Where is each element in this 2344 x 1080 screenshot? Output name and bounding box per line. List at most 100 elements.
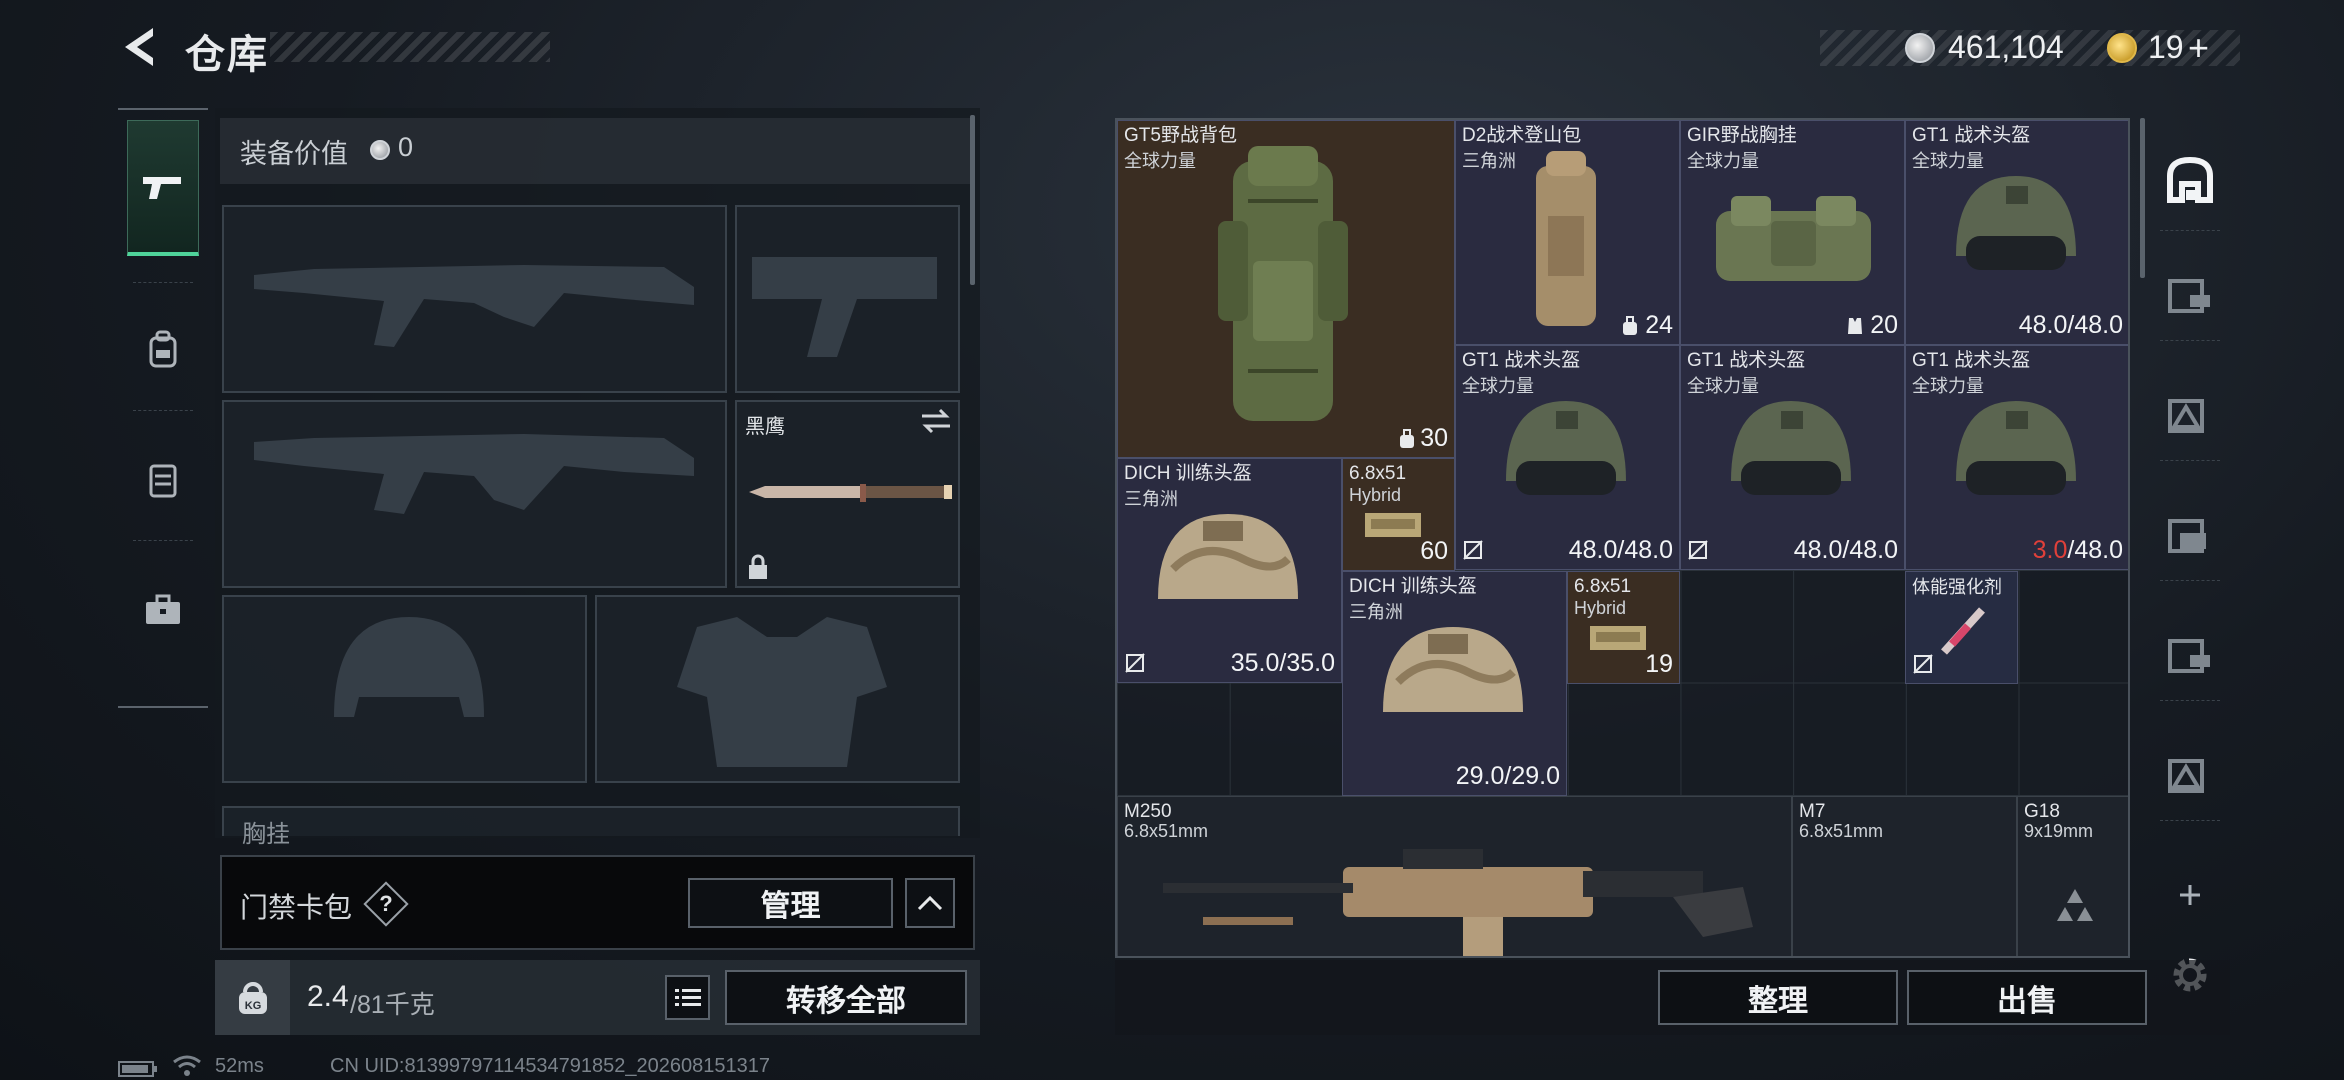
- weight-max: /81千克: [350, 991, 435, 1019]
- silver-amount: 461,104: [1948, 29, 2064, 65]
- pistol-silhouette-icon: [752, 257, 937, 357]
- pistol-icon: [143, 176, 181, 199]
- item-backpack-gt5[interactable]: GT5野战背包 全球力量 30: [1117, 120, 1455, 458]
- melee-name: 黑鹰: [745, 416, 785, 438]
- ammo-box-image: [1590, 626, 1646, 650]
- storage-folder-icon: [2168, 519, 2206, 553]
- gold-amount: 19: [2148, 29, 2184, 65]
- storage-gear-icon: [2168, 759, 2204, 793]
- expand-button[interactable]: [905, 878, 955, 928]
- rail-storage-5[interactable]: [2158, 623, 2222, 687]
- storage-rail: [2150, 108, 2230, 992]
- battery-icon: [118, 1061, 157, 1077]
- chest-rig-slot[interactable]: 胸挂: [222, 806, 960, 848]
- rifle-silhouette-icon: [254, 265, 694, 347]
- equipment-value: 0: [398, 132, 414, 162]
- sort-button[interactable]: 整理: [1658, 970, 1898, 1025]
- helmet-image: [1956, 401, 2076, 495]
- backpack-image: [1218, 146, 1348, 421]
- helmet-image: [1956, 176, 2076, 270]
- silver-coin-icon: [370, 140, 390, 160]
- svg-text:KG: KG: [245, 1000, 262, 1012]
- syringe-image: [1941, 607, 1985, 655]
- chevron-up-icon: [917, 895, 943, 911]
- item-helmet-gt1-damaged[interactable]: GT1 战术头盔 全球力量 3.0/48.0: [1905, 345, 2128, 570]
- durability-max: /48.0: [2067, 536, 2123, 564]
- ping-text: 52ms: [215, 1055, 264, 1077]
- category-sidebar: [118, 108, 208, 708]
- durability-low: 3.0: [2032, 536, 2068, 564]
- equipment-value-label: 装备价值: [240, 139, 348, 169]
- machine-gun-image: [1163, 849, 1753, 956]
- item-backpack-d2[interactable]: D2战术登山包 三角洲 24: [1455, 120, 1680, 345]
- storage-weapon-icon: [2168, 279, 2210, 313]
- plus-icon: [2180, 885, 2200, 905]
- helmet-slot[interactable]: [222, 595, 587, 783]
- title-decoration: [270, 32, 550, 62]
- armor-slot[interactable]: [595, 595, 960, 783]
- primary-weapon-slot-1[interactable]: [222, 205, 727, 393]
- help-icon-mark: ?: [379, 891, 393, 916]
- wifi-icon: [173, 1055, 201, 1076]
- knife-icon: [749, 484, 952, 502]
- chest-rig-image: [1716, 196, 1871, 281]
- tab-items[interactable]: [127, 560, 199, 660]
- no-insure-icon: [1463, 540, 1483, 560]
- no-insure-icon: [1913, 654, 1933, 674]
- weight-current: 2.4: [307, 980, 349, 1013]
- item-helmet-gt1[interactable]: GT1 战术头盔 全球力量 48.0/48.0: [1680, 345, 1905, 570]
- tab-weapons[interactable]: [127, 120, 199, 256]
- helmet-image: [1383, 627, 1523, 712]
- item-weapon-m7[interactable]: M7 6.8x51mm: [1792, 796, 2017, 956]
- item-helmet-dich[interactable]: DICH 训练头盔 三角洲 29.0/29.0: [1342, 571, 1567, 796]
- tab-armor[interactable]: [127, 430, 199, 530]
- sidearm-slot[interactable]: [735, 205, 960, 393]
- uid-text: CN UID:813997971145347918​52_20260815131…: [330, 1055, 771, 1077]
- storage-home-icon: [2167, 156, 2213, 203]
- ammo-box-image: [1365, 513, 1421, 537]
- item-weapon-m250[interactable]: M250 6.8x51mm: [1117, 796, 1792, 956]
- no-insure-icon: [1125, 653, 1145, 673]
- item-ammo-6.8x51[interactable]: 6.8x51 Hybrid 19: [1567, 571, 1680, 684]
- item-stimulant[interactable]: 体能强化剂: [1905, 571, 2018, 684]
- page-title: 仓库: [185, 33, 269, 77]
- silver-coin-icon: [1905, 33, 1935, 63]
- capacity-icon: [1400, 429, 1414, 448]
- item-helmet-gt1[interactable]: GT1 战术头盔 全球力量 48.0/48.0: [1905, 120, 2128, 345]
- swap-icon[interactable]: [920, 408, 952, 434]
- helmet-image: [1158, 514, 1298, 599]
- item-helmet-dich[interactable]: DICH 训练头盔 三角洲 35.0/35.0: [1117, 458, 1342, 683]
- helmet-silhouette-icon: [334, 617, 484, 717]
- keycard-bag-label: 门禁卡包: [240, 892, 353, 923]
- list-view-button[interactable]: [665, 975, 710, 1020]
- rail-storage-3[interactable]: [2158, 383, 2222, 447]
- melee-slot[interactable]: 黑鹰: [735, 400, 960, 588]
- delta-logo-icon: [2057, 889, 2093, 921]
- rail-storage-2[interactable]: [2158, 263, 2222, 327]
- storage-scrollbar[interactable]: [2140, 118, 2145, 278]
- storage-grid: GT5野战背包 全球力量 30 D2战术登山包 三角洲 24 GIR野战胸挂 全…: [1115, 118, 2130, 958]
- gold-add-button[interactable]: +: [2188, 27, 2209, 69]
- vest-capacity-icon: [1848, 318, 1862, 334]
- item-helmet-gt1[interactable]: GT1 战术头盔 全球力量 48.0/48.0: [1455, 345, 1680, 570]
- item-weapon-g18[interactable]: G18 9x19mm: [2017, 796, 2128, 956]
- backpack-icon: [149, 330, 177, 368]
- header: 仓库 461,104 19 +: [0, 0, 2344, 100]
- manage-button[interactable]: 管理: [688, 878, 893, 928]
- rail-main-storage[interactable]: [2158, 148, 2222, 212]
- transfer-all-button[interactable]: 转移全部: [725, 970, 967, 1025]
- rifle-silhouette-icon: [254, 434, 694, 514]
- add-storage-button[interactable]: [2158, 863, 2222, 927]
- vest-icon: [149, 464, 177, 498]
- back-arrow-icon[interactable]: [115, 22, 165, 72]
- tab-equipment[interactable]: [127, 300, 199, 400]
- primary-weapon-slot-2[interactable]: [222, 400, 727, 588]
- helmet-image: [1731, 401, 1851, 495]
- sell-button[interactable]: 出售: [1907, 970, 2147, 1025]
- storage-weapon-icon: [2168, 639, 2210, 673]
- rail-storage-4[interactable]: [2158, 503, 2222, 567]
- rail-storage-6[interactable]: [2158, 743, 2222, 807]
- item-chest-rig-gir[interactable]: GIR野战胸挂 全球力量 20: [1680, 120, 1905, 345]
- loadout-scrollbar[interactable]: [970, 115, 975, 285]
- item-ammo-6.8x51[interactable]: 6.8x51 Hybrid 60: [1342, 458, 1455, 571]
